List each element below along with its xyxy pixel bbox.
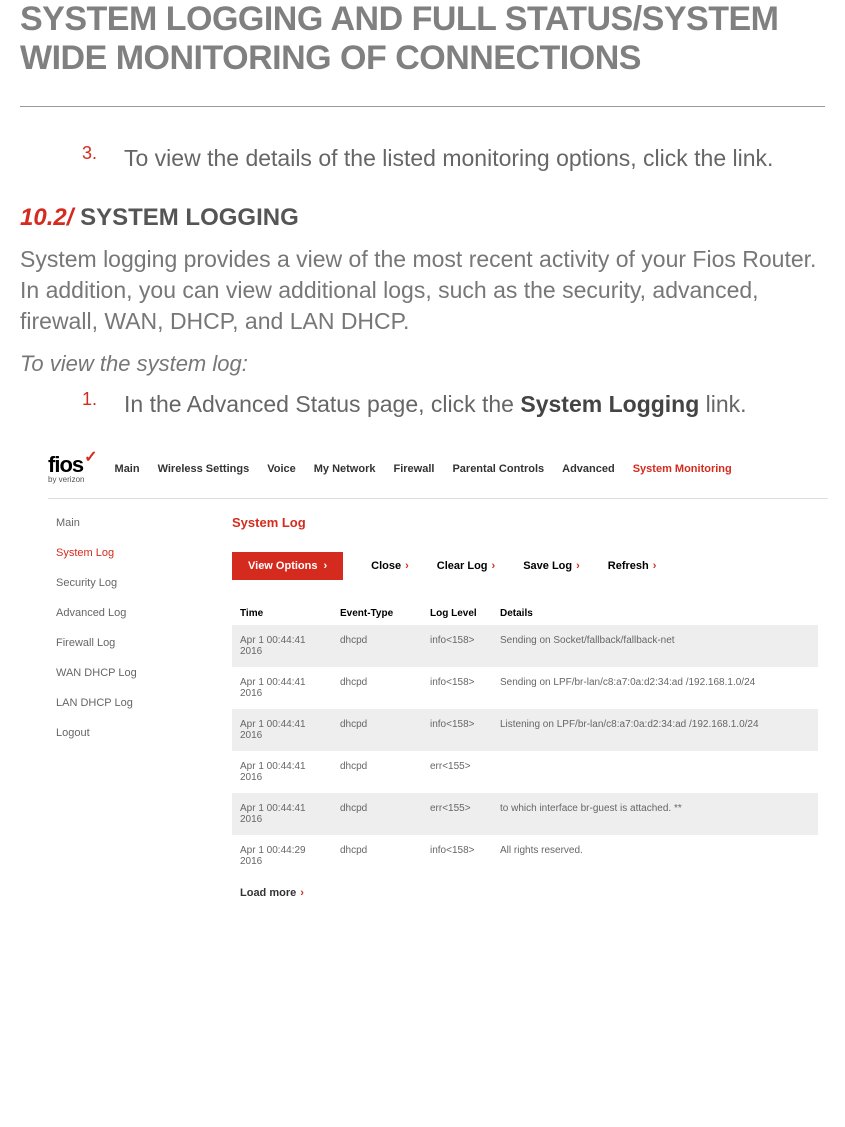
table-cell: dhcpd: [332, 793, 422, 835]
table-cell: info<158>: [422, 835, 492, 877]
table-cell: dhcpd: [332, 835, 422, 877]
table-cell: All rights reserved.: [492, 835, 818, 877]
chevron-right-icon: ›: [405, 560, 409, 572]
clear-log-button[interactable]: Clear Log›: [437, 560, 495, 572]
section-number: 10.2/: [20, 204, 73, 231]
topnav-item[interactable]: Firewall: [393, 463, 434, 475]
step-3-number: 3.: [82, 143, 124, 174]
table-cell: dhcpd: [332, 709, 422, 751]
table-cell: err<155>: [422, 751, 492, 793]
table-cell: Listening on LPF/br-lan/c8:a7:0a:d2:34:a…: [492, 709, 818, 751]
shot-divider: [48, 498, 828, 499]
step-1-text: In the Advanced Status page, click the S…: [124, 389, 747, 420]
shot-header: fios ✓ by verizon Main Wireless Settings V…: [48, 450, 828, 494]
step-3: 3. To view the details of the listed mon…: [82, 143, 825, 174]
col-details: Details: [492, 602, 818, 625]
sidebar-item[interactable]: System Log: [56, 547, 190, 559]
table-row: Apr 1 00:44:41 2016dhcpdinfo<158>Sending…: [232, 667, 818, 709]
topnav-item[interactable]: System Monitoring: [633, 463, 732, 475]
topnav-item[interactable]: Advanced: [562, 463, 615, 475]
table-cell: to which interface br-guest is attached.…: [492, 793, 818, 835]
col-time: Time: [232, 602, 332, 625]
chevron-right-icon: ›: [492, 560, 496, 572]
table-cell: Apr 1 00:44:41 2016: [232, 667, 332, 709]
table-cell: Apr 1 00:44:29 2016: [232, 835, 332, 877]
action-row: View Options › Close› Clear Log› Save Lo…: [232, 552, 818, 580]
close-button[interactable]: Close›: [371, 560, 409, 572]
step-1-number: 1.: [82, 389, 124, 420]
table-cell: [492, 751, 818, 793]
table-cell: Apr 1 00:44:41 2016: [232, 709, 332, 751]
topnav-item[interactable]: Wireless Settings: [158, 463, 250, 475]
check-icon: ✓: [84, 450, 96, 466]
table-row: Apr 1 00:44:41 2016dhcpderr<155>: [232, 751, 818, 793]
col-event-type: Event-Type: [332, 602, 422, 625]
step-3-text: To view the details of the listed monito…: [124, 143, 773, 174]
sidebar-item[interactable]: Main: [56, 517, 190, 529]
log-table: Time Event-Type Log Level Details Apr 1 …: [232, 602, 818, 877]
col-log-level: Log Level: [422, 602, 492, 625]
sidebar-item[interactable]: Firewall Log: [56, 637, 190, 649]
sidebar-item[interactable]: Advanced Log: [56, 607, 190, 619]
table-cell: info<158>: [422, 625, 492, 667]
table-cell: Sending on Socket/fallback/fallback-net: [492, 625, 818, 667]
router-screenshot: fios ✓ by verizon Main Wireless Settings V…: [48, 450, 828, 909]
chevron-right-icon: ›: [323, 560, 327, 572]
topnav-item[interactable]: Voice: [267, 463, 296, 475]
panel-title: System Log: [232, 515, 818, 530]
chevron-right-icon: ›: [576, 560, 580, 572]
topnav-item[interactable]: Parental Controls: [452, 463, 544, 475]
table-cell: dhcpd: [332, 667, 422, 709]
sidebar-item[interactable]: LAN DHCP Log: [56, 697, 190, 709]
view-options-button[interactable]: View Options ›: [232, 552, 343, 580]
intro-paragraph: System logging provides a view of the mo…: [20, 244, 825, 337]
table-cell: dhcpd: [332, 625, 422, 667]
top-nav: Main Wireless Settings Voice My Network Fire…: [115, 463, 732, 475]
table-cell: Sending on LPF/br-lan/c8:a7:0a:d2:34:ad …: [492, 667, 818, 709]
table-cell: Apr 1 00:44:41 2016: [232, 625, 332, 667]
topnav-item[interactable]: My Network: [314, 463, 376, 475]
table-cell: Apr 1 00:44:41 2016: [232, 793, 332, 835]
table-row: Apr 1 00:44:41 2016dhcpderr<155>to which…: [232, 793, 818, 835]
chevron-right-icon: ›: [300, 887, 304, 899]
section-title: SYSTEM LOGGING: [80, 204, 299, 231]
table-cell: Apr 1 00:44:41 2016: [232, 751, 332, 793]
table-cell: err<155>: [422, 793, 492, 835]
table-header-row: Time Event-Type Log Level Details: [232, 602, 818, 625]
table-cell: dhcpd: [332, 751, 422, 793]
refresh-button[interactable]: Refresh›: [608, 560, 657, 572]
intro-subheading: To view the system log:: [20, 351, 825, 377]
section-heading: 10.2/ SYSTEM LOGGING: [20, 204, 825, 232]
load-more-button[interactable]: Load more ›: [232, 877, 312, 909]
table-row: Apr 1 00:44:29 2016dhcpdinfo<158>All rig…: [232, 835, 818, 877]
divider: [20, 106, 825, 107]
chevron-right-icon: ›: [653, 560, 657, 572]
sidebar-item[interactable]: Security Log: [56, 577, 190, 589]
main-panel: System Log View Options › Close› Clear L…: [198, 509, 828, 909]
sidebar: Main System Log Security Log Advanced Log Fi…: [48, 509, 198, 909]
sidebar-item[interactable]: Logout: [56, 727, 190, 739]
fios-logo: fios ✓ by verizon: [48, 454, 97, 484]
table-cell: info<158>: [422, 667, 492, 709]
table-row: Apr 1 00:44:41 2016dhcpdinfo<158>Listeni…: [232, 709, 818, 751]
table-row: Apr 1 00:44:41 2016dhcpdinfo<158>Sending…: [232, 625, 818, 667]
topnav-item[interactable]: Main: [115, 463, 140, 475]
table-cell: info<158>: [422, 709, 492, 751]
save-log-button[interactable]: Save Log›: [523, 560, 580, 572]
page-title: SYSTEM LOGGING AND FULL STATUS/SYSTEM WI…: [20, 0, 825, 78]
step-1: 1. In the Advanced Status page, click th…: [82, 389, 825, 420]
sidebar-item[interactable]: WAN DHCP Log: [56, 667, 190, 679]
